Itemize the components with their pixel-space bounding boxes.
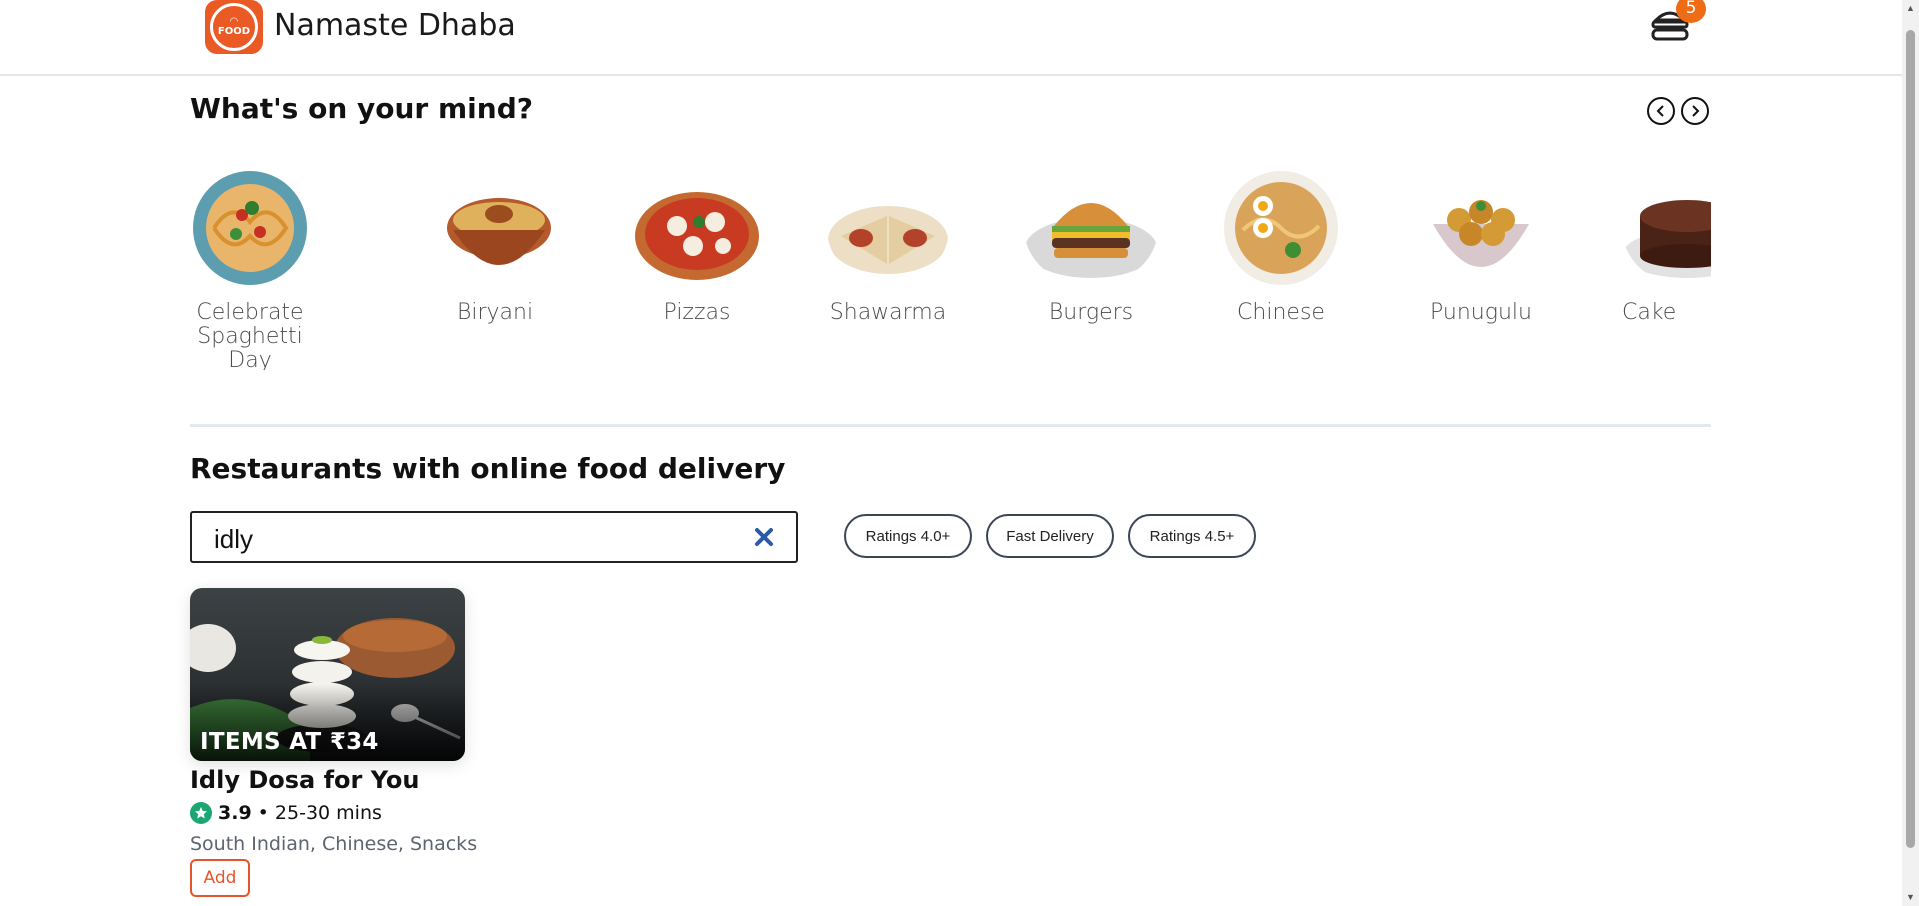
logo-text: FOOD [217, 26, 251, 37]
scroll-down-icon[interactable]: ▼ [1902, 889, 1919, 906]
category-label: Celebrate Spaghetti Day [196, 300, 304, 371]
restaurants-section-title: Restaurants with online food delivery [190, 452, 786, 485]
punugulu-bowl-icon [1433, 200, 1529, 267]
rating-value: 3.9 [218, 802, 252, 824]
chevron-right-icon [1692, 105, 1700, 117]
category-item[interactable]: Pizzas [632, 170, 762, 325]
cuisine-list: South Indian, Chinese, Snacks [190, 833, 478, 855]
category-label: Burgers [1048, 300, 1134, 325]
scroll-thumb[interactable] [1906, 30, 1915, 848]
filter-ratings-45[interactable]: Ratings 4.5+ [1128, 514, 1256, 558]
rating-row: 3.9 • 25-30 mins [190, 802, 382, 824]
category-item[interactable]: Shawarma [826, 170, 950, 325]
search-box [190, 511, 798, 563]
search-input[interactable] [212, 523, 716, 555]
scroll-up-icon[interactable]: ▲ [1902, 0, 1919, 17]
offer-label: ITEMS AT ₹34 [200, 729, 379, 755]
category-item[interactable]: Celebrate Spaghetti Day [190, 170, 310, 370]
restaurant-card[interactable]: ITEMS AT ₹34 Idly Dosa for You 3.9 • 25-… [190, 588, 480, 897]
chocolate-cake-icon [1623, 200, 1711, 278]
restaurant-image[interactable]: ITEMS AT ₹34 [190, 588, 465, 761]
chevron-left-icon [1656, 105, 1664, 117]
page-scrollbar[interactable]: ▲ ▼ [1902, 0, 1919, 906]
star-icon [190, 802, 212, 824]
brand-logo[interactable]: ◠ FOOD [205, 0, 263, 54]
carousel-next-button[interactable] [1681, 97, 1709, 125]
category-item[interactable]: Burgers [1024, 170, 1158, 325]
category-label: Pizzas [663, 300, 731, 325]
mind-section-title: What's on your mind? [190, 92, 533, 125]
spaghetti-plate-icon [193, 171, 307, 285]
category-label: Biryani [456, 300, 534, 325]
close-icon [755, 528, 773, 546]
filter-ratings-4[interactable]: Ratings 4.0+ [844, 514, 972, 558]
category-label: Cake [1622, 300, 1677, 325]
clear-search-button[interactable] [752, 525, 776, 549]
category-item[interactable]: Punugulu [1426, 170, 1536, 325]
shawarma-wrap-icon [828, 206, 948, 274]
filter-fast-delivery[interactable]: Fast Delivery [986, 514, 1114, 558]
brand-name[interactable]: Namaste Dhaba [274, 8, 516, 43]
category-label: Chinese [1237, 300, 1325, 325]
cart-count-badge: 5 [1676, 0, 1706, 23]
carousel-prev-button[interactable] [1647, 97, 1675, 125]
category-label: Shawarma [829, 300, 947, 325]
pizza-icon [635, 192, 759, 280]
category-carousel: Celebrate Spaghetti Day Biryani Pizzas S… [190, 170, 1711, 370]
noodle-bowl-icon [1224, 171, 1338, 285]
restaurant-name[interactable]: Idly Dosa for You [190, 766, 419, 794]
add-button[interactable]: Add [190, 859, 250, 897]
biryani-pot-icon [447, 198, 551, 265]
top-header: ◠ FOOD Namaste Dhaba 5 [0, 0, 1902, 76]
delivery-time: • 25-30 mins [257, 802, 382, 824]
category-label: Punugulu [1430, 300, 1532, 325]
category-item[interactable]: Biryani [445, 170, 551, 325]
section-divider [190, 424, 1711, 427]
category-item[interactable]: Chinese [1223, 170, 1339, 325]
logo-badge: ◠ FOOD [210, 3, 258, 51]
burger-icon [1025, 203, 1157, 278]
category-item[interactable]: Cake [1622, 170, 1711, 325]
